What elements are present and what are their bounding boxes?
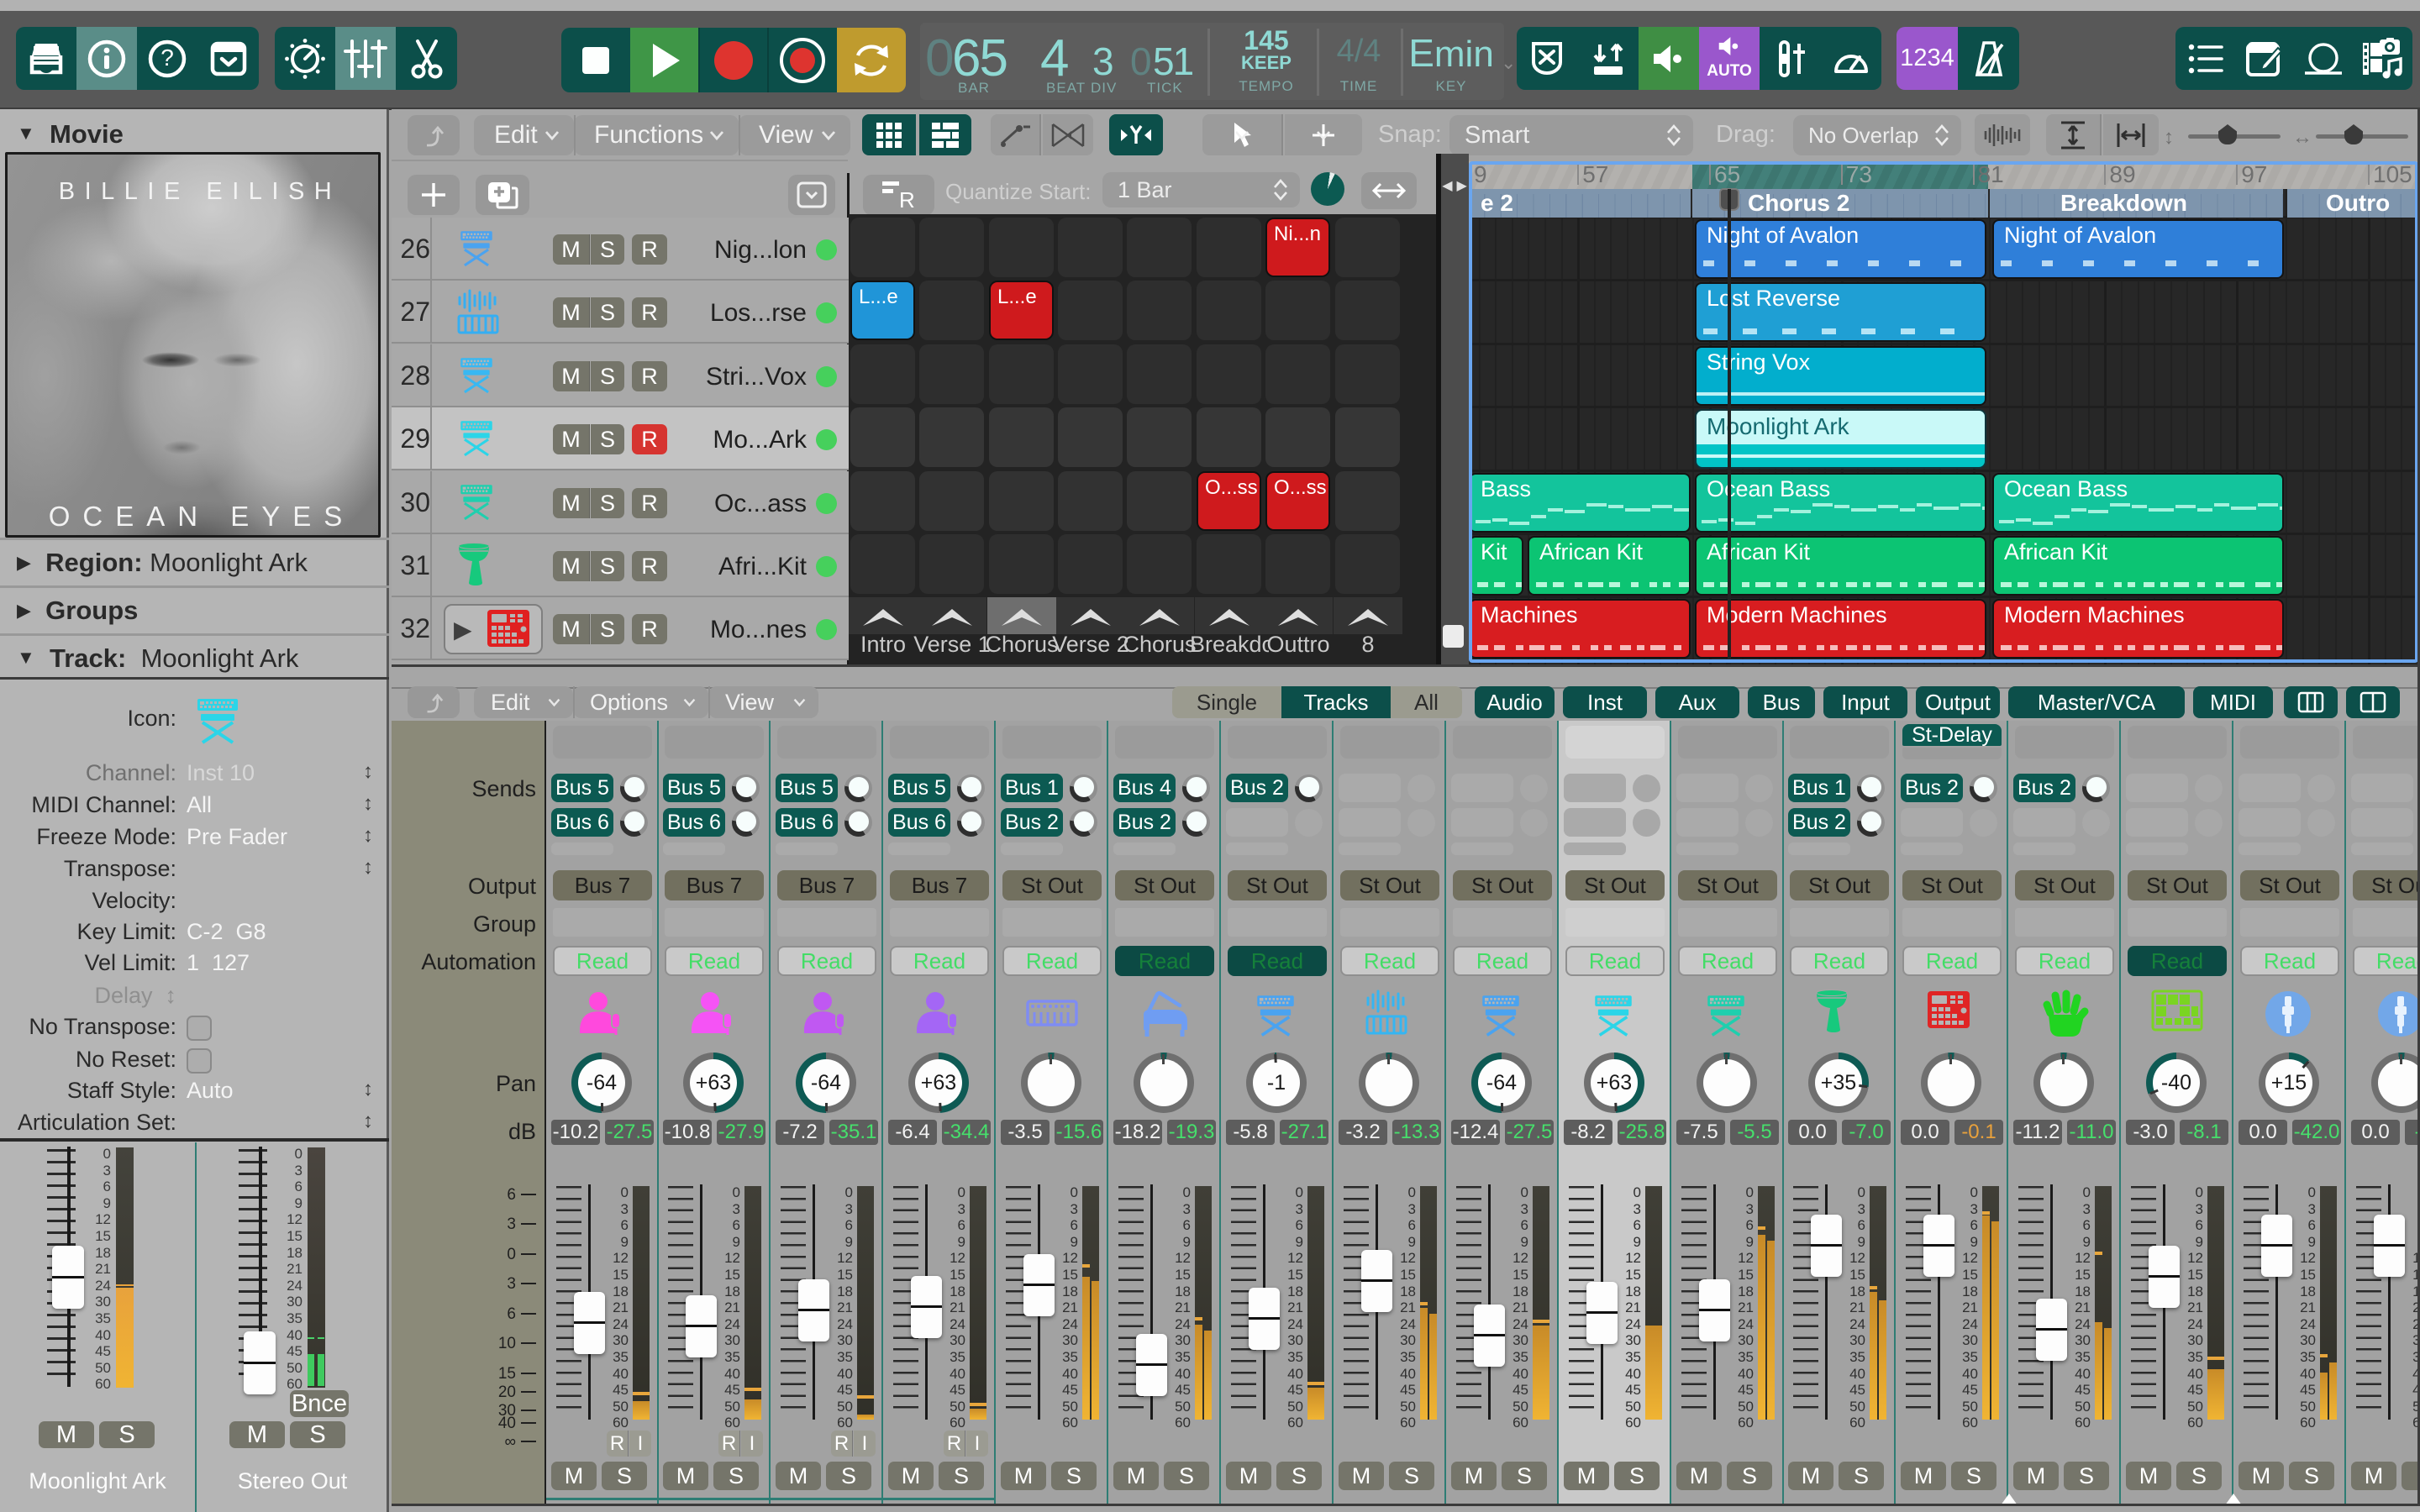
svg-text:R: R <box>899 187 915 213</box>
svg-text:?: ? <box>160 45 174 71</box>
